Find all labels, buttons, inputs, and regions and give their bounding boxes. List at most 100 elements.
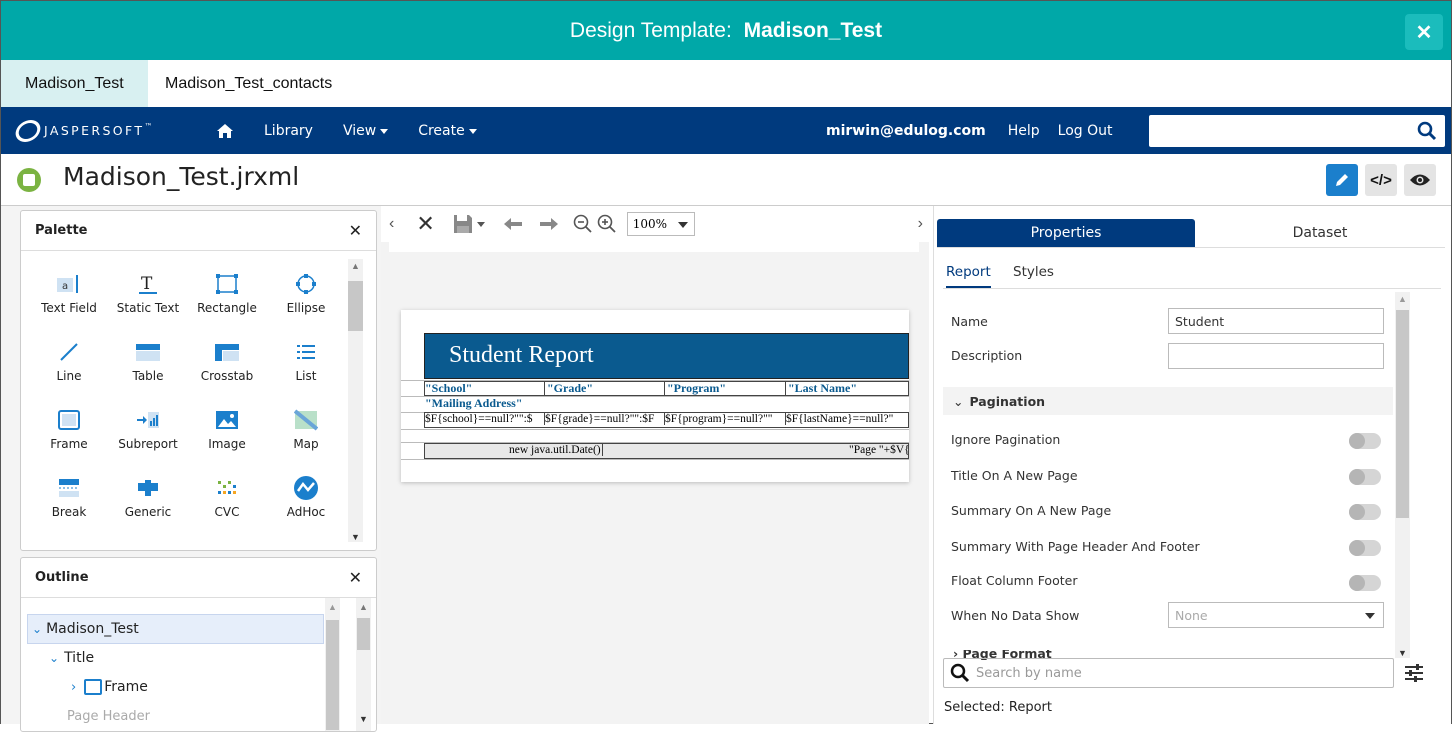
cvc-icon	[218, 481, 236, 494]
palette-item-list[interactable]: List	[266, 339, 346, 383]
description-field[interactable]	[1168, 343, 1384, 369]
tab-madison-test[interactable]: Madison_Test	[1, 60, 148, 107]
summary-header-footer-toggle[interactable]	[1349, 540, 1381, 556]
name-field[interactable]: Student	[1168, 308, 1384, 334]
home-icon[interactable]	[216, 123, 234, 139]
chevron-down-icon: ⌄	[49, 651, 60, 665]
tab-dataset[interactable]: Dataset	[1195, 219, 1445, 247]
footer-date[interactable]: new java.util.Date()	[509, 444, 603, 456]
svg-text:a: a	[62, 281, 68, 292]
header-program[interactable]: "Program"	[665, 381, 786, 396]
chevron-down-icon[interactable]	[476, 221, 485, 227]
float-column-footer-toggle[interactable]	[1349, 575, 1381, 591]
chevron-down-icon: ⌄	[953, 393, 964, 409]
close-dialog-button[interactable]: ✕	[1405, 14, 1443, 50]
undo-icon[interactable]	[503, 216, 523, 232]
save-icon[interactable]	[453, 214, 473, 234]
properties-scrollbar[interactable]: ▲ ▼	[1395, 292, 1410, 658]
ellipse-icon	[296, 274, 316, 294]
outline-outer-scrollbar[interactable]: ▲ ▼	[356, 598, 371, 731]
header-grade[interactable]: "Grade"	[545, 381, 665, 396]
palette-title: Palette	[35, 223, 88, 238]
selected-status: Selected: Report	[944, 700, 1052, 715]
nav-create[interactable]: Create	[418, 123, 477, 139]
palette-item-subreport[interactable]: Subreport	[108, 407, 188, 451]
palette-item-rectangle[interactable]: Rectangle	[187, 271, 267, 315]
outline-item-title[interactable]: ⌄ Title	[49, 650, 94, 666]
frame-icon	[84, 679, 103, 695]
palette-item-image[interactable]: Image	[187, 407, 267, 451]
detail-program[interactable]: $F{program}==null?""	[665, 413, 786, 425]
jaspersoft-logo[interactable]: JASPERSOFT ™	[13, 119, 198, 142]
header-last-name[interactable]: "Last Name"	[786, 381, 909, 396]
redo-icon[interactable]	[539, 216, 559, 232]
palette-item-frame[interactable]: Frame	[29, 407, 109, 451]
palette-item-break[interactable]: Break	[29, 475, 109, 519]
page-footer-row: new java.util.Date() "Page "+$V{	[424, 443, 909, 459]
nav-user[interactable]: mirwin@edulog.com	[826, 123, 986, 139]
global-search-input[interactable]	[1149, 115, 1445, 147]
search-icon[interactable]	[1417, 121, 1437, 141]
outline-scrollbar[interactable]: ▲	[325, 598, 340, 731]
palette-item-cvc[interactable]: CVC	[187, 475, 267, 519]
outline-item-frame[interactable]: › Frame	[71, 679, 148, 695]
header-mailing-address[interactable]: "Mailing Address"	[425, 396, 522, 411]
palette-scrollbar[interactable]: ▲ ▼	[348, 259, 363, 542]
subtab-report[interactable]: Report	[946, 264, 991, 288]
filter-settings-icon[interactable]	[1404, 664, 1424, 682]
nav-view[interactable]: View	[343, 123, 389, 139]
palette-item-static-text[interactable]: T Static Text	[108, 271, 188, 315]
logo-icon	[13, 119, 43, 142]
properties-panel: Properties Dataset Report Styles Name St…	[933, 206, 1451, 724]
palette-item-map[interactable]: Map	[266, 407, 346, 451]
nav-logout[interactable]: Log Out	[1058, 123, 1113, 139]
palette-item-generic[interactable]: Generic	[108, 475, 188, 519]
zoom-out-icon[interactable]	[573, 214, 593, 234]
subtab-styles[interactable]: Styles	[1013, 264, 1054, 280]
detail-last-name[interactable]: $F{lastName}==null?"	[786, 413, 908, 425]
property-search-input[interactable]: Search by name	[943, 658, 1394, 688]
zoom-select[interactable]: 100%	[626, 212, 695, 236]
outline-item-root[interactable]: ⌄ Madison_Test	[27, 614, 324, 644]
palette-item-text-field[interactable]: a Text Field	[29, 271, 109, 315]
preview-mode-button[interactable]	[1404, 164, 1436, 196]
detail-school[interactable]: $F{school}==null?"":$	[425, 413, 545, 425]
palette-item-line[interactable]: Line	[29, 339, 109, 383]
palette-panel: Palette ✕ a Text Field T Static Text Rect…	[20, 210, 377, 551]
zoom-in-icon[interactable]	[597, 214, 617, 234]
ignore-pagination-toggle[interactable]	[1349, 433, 1381, 449]
code-mode-button[interactable]: </>	[1365, 164, 1397, 196]
map-icon	[294, 409, 318, 431]
line-icon	[60, 343, 78, 361]
header-school[interactable]: "School"	[425, 381, 545, 396]
file-name: Madison_Test.jrxml	[63, 162, 300, 191]
report-title[interactable]: Student Report	[449, 342, 594, 369]
design-mode-button[interactable]	[1326, 164, 1358, 196]
palette-item-crosstab[interactable]: Crosstab	[187, 339, 267, 383]
toggle-label-title-new-page: Title On A New Page	[951, 468, 1078, 483]
delete-icon[interactable]: ✕	[416, 211, 434, 237]
search-icon	[950, 663, 970, 683]
close-icon[interactable]: ✕	[349, 568, 362, 587]
nav-help[interactable]: Help	[1008, 123, 1040, 139]
search-placeholder: Search by name	[976, 665, 1082, 681]
footer-page-number[interactable]: "Page "+$V{	[849, 444, 908, 456]
static-text-icon: T	[139, 274, 157, 294]
palette-item-adhoc[interactable]: AdHoc	[266, 475, 346, 519]
palette-item-table[interactable]: Table	[108, 339, 188, 383]
close-icon[interactable]: ✕	[349, 221, 362, 240]
dialog-title-prefix: Design Template:	[569, 18, 738, 42]
outline-item-page-header[interactable]: Page Header	[67, 709, 150, 724]
tab-properties[interactable]: Properties	[937, 219, 1195, 247]
tab-madison-test-contacts[interactable]: Madison_Test_contacts	[148, 60, 349, 107]
collapse-left-icon[interactable]: ‹	[389, 215, 394, 233]
nav-library[interactable]: Library	[264, 123, 313, 139]
when-no-data-select[interactable]: None	[1168, 602, 1384, 628]
collapse-right-icon[interactable]: ›	[918, 215, 923, 233]
summary-new-page-toggle[interactable]	[1349, 504, 1381, 520]
palette-item-ellipse[interactable]: Ellipse	[266, 271, 346, 315]
detail-grade[interactable]: $F{grade}==null?"":$F	[545, 413, 665, 425]
chevron-right-icon: ›	[71, 679, 77, 695]
title-new-page-toggle[interactable]	[1349, 469, 1381, 485]
pagination-section-header[interactable]: ⌄ Pagination	[943, 387, 1393, 415]
